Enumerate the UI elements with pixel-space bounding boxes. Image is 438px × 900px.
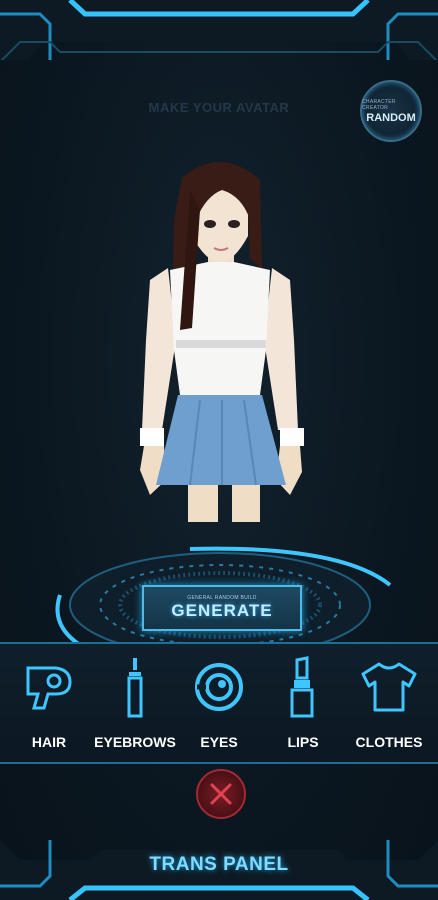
category-lips[interactable]: LIPS	[258, 654, 348, 750]
category-clothes-label: CLOTHES	[355, 734, 423, 750]
random-button-label: RANDOM	[366, 111, 416, 124]
category-eyes-label: EYES	[200, 734, 238, 750]
category-clothes[interactable]: CLOTHES	[344, 654, 434, 750]
category-eyebrows[interactable]: EYEBROWS	[90, 654, 180, 750]
category-eyes[interactable]: EYES	[174, 654, 264, 750]
footer-title: TRANS PANEL	[149, 854, 289, 875]
hair-dryer-icon	[26, 666, 72, 710]
lipstick-icon	[290, 656, 314, 718]
category-lips-label: LIPS	[287, 734, 319, 750]
generate-button[interactable]: GENERAL RANDOM BUILD GENERATE	[142, 585, 302, 631]
category-hair-label: HAIR	[31, 734, 67, 750]
tshirt-icon	[361, 662, 417, 712]
close-icon	[210, 783, 232, 805]
random-button-caption: CHARACTER CREATOR	[362, 98, 396, 111]
eyebrow-pencil-icon	[127, 658, 143, 718]
eye-icon	[195, 663, 243, 711]
category-eyebrows-label: EYEBROWS	[94, 734, 176, 750]
category-hair[interactable]: HAIR	[4, 654, 94, 750]
category-panel: HAIR EYEBROWS EYES LIPS CLOTHES	[0, 642, 438, 764]
top-frame	[0, 0, 438, 60]
random-button[interactable]: CHARACTER CREATOR RANDOM	[360, 80, 422, 142]
close-button[interactable]	[196, 769, 246, 819]
avatar-preview	[140, 161, 304, 522]
generate-button-label: GENERATE	[171, 601, 273, 620]
